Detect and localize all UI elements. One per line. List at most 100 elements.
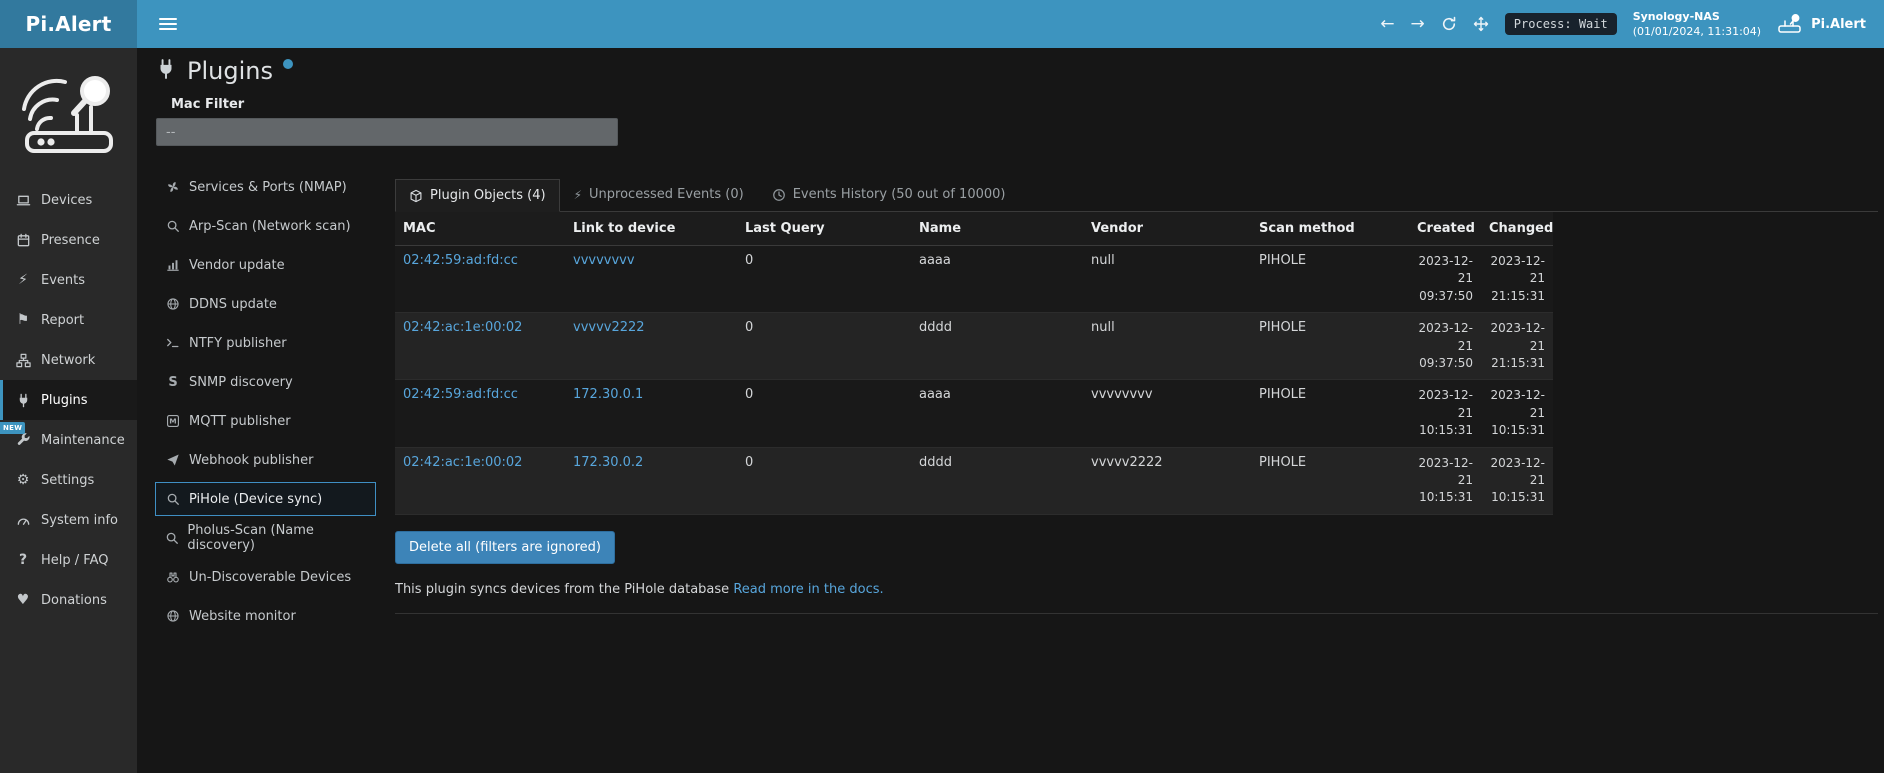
sidebar-item-help-faq[interactable]: ? Help / FAQ xyxy=(0,540,137,580)
pialert-mini-logo-icon xyxy=(1777,13,1803,35)
scan-method-cell: PIHOLE xyxy=(1251,447,1409,514)
delete-all-button[interactable]: Delete all (filters are ignored) xyxy=(395,531,615,564)
globe-icon xyxy=(165,297,181,311)
forward-arrow-icon[interactable]: → xyxy=(1411,16,1425,33)
plugin-nav-item-ntfy-publisher[interactable]: NTFY publisher xyxy=(155,326,376,360)
pialert-logo xyxy=(0,48,137,180)
plugin-nav-item-webhook-publisher[interactable]: Webhook publisher xyxy=(155,443,376,477)
plugin-nav-item-website-monitor[interactable]: Website monitor xyxy=(155,599,376,633)
column-header-created: Created xyxy=(1409,212,1481,246)
topbar: Pi.Alert ← → Process: Wait Synology-NAS … xyxy=(0,0,1884,48)
device-link-cell: 172.30.0.2 xyxy=(565,447,737,514)
move-arrows-icon[interactable] xyxy=(1473,16,1489,32)
sidebar-item-label: Events xyxy=(41,273,85,288)
plugin-nav-item-vendor-update[interactable]: Vendor update xyxy=(155,248,376,282)
sidebar-item-system-info[interactable]: System info xyxy=(0,500,137,540)
plugin-nav-item-services-ports[interactable]: Services & Ports (NMAP) xyxy=(155,170,376,204)
mac-link[interactable]: 02:42:59:ad:fd:cc xyxy=(403,387,518,402)
device-link[interactable]: 172.30.0.2 xyxy=(573,455,643,470)
plugin-nav-item-mqtt-publisher[interactable]: M MQTT publisher xyxy=(155,404,376,438)
plugin-nav-label: Un-Discoverable Devices xyxy=(189,570,351,585)
plugin-description: This plugin syncs devices from the PiHol… xyxy=(395,582,1878,614)
host-name: Synology-NAS xyxy=(1633,9,1761,24)
sidebar: Devices Presence ⚡ Events ⚑ Report Netwo… xyxy=(0,48,137,773)
terminal-icon xyxy=(165,336,181,350)
speedometer-icon xyxy=(14,513,32,528)
sidebar-item-plugins[interactable]: Plugins xyxy=(0,380,137,420)
device-link[interactable]: vvvvv2222 xyxy=(573,320,645,335)
sidebar-item-network[interactable]: Network xyxy=(0,340,137,380)
plugin-nav-label: Pholus-Scan (Name discovery) xyxy=(187,523,366,553)
fan-icon xyxy=(165,180,181,194)
plugin-nav-label: PiHole (Device sync) xyxy=(189,492,322,507)
docs-link[interactable]: Read more in the docs. xyxy=(733,582,883,597)
table-row: 02:42:ac:1e:00:02 vvvvv2222 0 dddd null … xyxy=(395,313,1553,380)
mac-link[interactable]: 02:42:ac:1e:00:02 xyxy=(403,320,522,335)
column-header-changed: Changed xyxy=(1481,212,1553,246)
page-title: Plugins xyxy=(187,58,273,84)
plugin-nav-item-pihole-device-sync[interactable]: PiHole (Device sync) xyxy=(155,482,376,516)
host-time: (01/01/2024, 11:31:04) xyxy=(1633,24,1761,39)
mac-link[interactable]: 02:42:ac:1e:00:02 xyxy=(403,455,522,470)
search-icon xyxy=(165,492,181,506)
plugin-nav-item-undiscoverable-devices[interactable]: Un-Discoverable Devices xyxy=(155,560,376,594)
back-arrow-icon[interactable]: ← xyxy=(1380,16,1394,33)
device-link[interactable]: 172.30.0.1 xyxy=(573,387,643,402)
vendor-cell: null xyxy=(1083,246,1251,313)
tab-events-history[interactable]: Events History (50 out of 10000) xyxy=(758,178,1020,211)
column-header-link: Link to device xyxy=(565,212,737,246)
sidebar-item-events[interactable]: ⚡ Events xyxy=(0,260,137,300)
mac-link[interactable]: 02:42:59:ad:fd:cc xyxy=(403,253,518,268)
scan-method-cell: PIHOLE xyxy=(1251,246,1409,313)
wrench-icon xyxy=(14,433,32,448)
menu-toggle-button[interactable] xyxy=(155,12,181,36)
tab-label: Events History (50 out of 10000) xyxy=(793,187,1006,202)
m-box-icon: M xyxy=(165,414,181,428)
heart-icon: ♥ xyxy=(14,593,32,607)
mac-filter-input[interactable] xyxy=(156,118,618,146)
plugin-nav-label: Webhook publisher xyxy=(189,453,313,468)
plugin-nav-label: Arp-Scan (Network scan) xyxy=(189,219,351,234)
created-cell: 2023-12-21 09:37:50 xyxy=(1409,246,1481,313)
changed-cell: 2023-12-21 10:15:31 xyxy=(1481,447,1553,514)
tab-label: Plugin Objects (4) xyxy=(430,188,546,203)
sidebar-item-label: Maintenance xyxy=(41,433,125,448)
column-header-last-query: Last Query xyxy=(737,212,911,246)
s-letter-icon: S xyxy=(165,375,181,390)
sidebar-item-presence[interactable]: Presence xyxy=(0,220,137,260)
plugin-panel: Plugin Objects (4) ⚡ Unprocessed Events … xyxy=(395,178,1878,614)
changed-cell: 2023-12-21 21:15:31 xyxy=(1481,246,1553,313)
network-icon xyxy=(14,353,32,368)
sidebar-item-report[interactable]: ⚑ Report xyxy=(0,300,137,340)
device-link[interactable]: vvvvvvvv xyxy=(573,253,635,268)
sidebar-item-donations[interactable]: ♥ Donations xyxy=(0,580,137,620)
app-name-label: Pi.Alert xyxy=(1811,17,1866,32)
host-info: Synology-NAS (01/01/2024, 11:31:04) xyxy=(1633,9,1761,40)
sidebar-item-label: Settings xyxy=(41,473,94,488)
tab-plugin-objects[interactable]: Plugin Objects (4) xyxy=(395,179,560,212)
plugin-nav-item-pholus-scan[interactable]: Pholus-Scan (Name discovery) xyxy=(155,521,376,555)
main-content: Plugins Mac Filter Services & Ports (NMA… xyxy=(137,48,1884,773)
gear-icon: ⚙ xyxy=(14,473,32,487)
cube-icon xyxy=(409,189,423,203)
plugin-nav-label: SNMP discovery xyxy=(189,375,293,390)
page-header: Plugins xyxy=(155,58,293,84)
plugin-nav-item-ddns-update[interactable]: DDNS update xyxy=(155,287,376,321)
mac-cell: 02:42:ac:1e:00:02 xyxy=(395,447,565,514)
plugin-nav-item-arp-scan[interactable]: Arp-Scan (Network scan) xyxy=(155,209,376,243)
info-badge-icon[interactable] xyxy=(283,59,293,69)
new-badge: NEW xyxy=(0,422,25,434)
plugin-objects-table: MAC Link to device Last Query Name Vendo… xyxy=(395,212,1553,515)
changed-cell: 2023-12-21 21:15:31 xyxy=(1481,313,1553,380)
table-header-row: MAC Link to device Last Query Name Vendo… xyxy=(395,212,1553,246)
table-row: 02:42:ac:1e:00:02 172.30.0.2 0 dddd vvvv… xyxy=(395,447,1553,514)
column-header-vendor: Vendor xyxy=(1083,212,1251,246)
calendar-icon xyxy=(14,233,32,248)
globe-icon xyxy=(165,609,181,623)
refresh-icon[interactable] xyxy=(1441,16,1457,32)
sidebar-item-devices[interactable]: Devices xyxy=(0,180,137,220)
tab-unprocessed-events[interactable]: ⚡ Unprocessed Events (0) xyxy=(560,178,758,211)
sidebar-item-settings[interactable]: ⚙ Settings xyxy=(0,460,137,500)
brand-logo: Pi.Alert xyxy=(0,0,137,48)
plugin-nav-item-snmp-discovery[interactable]: S SNMP discovery xyxy=(155,365,376,399)
